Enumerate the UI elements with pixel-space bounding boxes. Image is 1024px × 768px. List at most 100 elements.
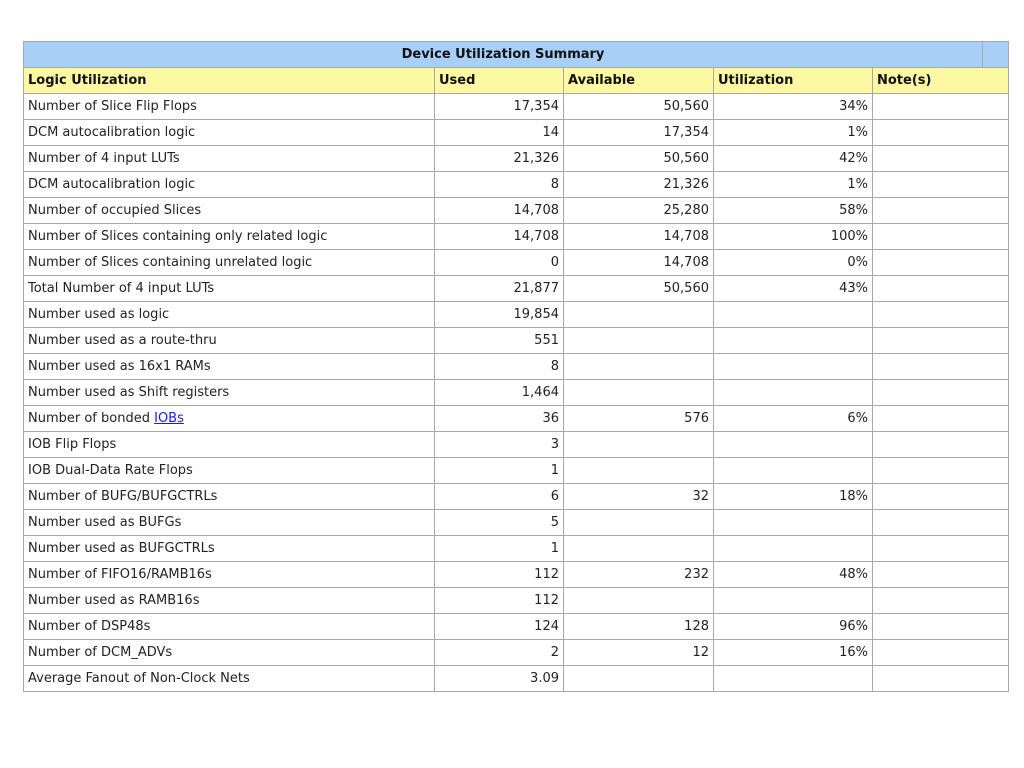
cell-notes [871,197,1010,224]
cell-available: 50,560 [563,275,714,302]
table-header-row: Logic Utilization Used Available Utiliza… [23,67,1010,94]
cell-utilization: 100% [713,223,873,250]
cell-notes [871,457,1010,484]
cell-notes [871,327,1010,354]
cell-available [563,379,714,406]
cell-used: 124 [434,613,564,640]
table-row: DCM autocalibration logic 14 17,354 1% [23,119,1010,146]
cell-used: 21,877 [434,275,564,302]
cell-used: 112 [434,561,564,588]
cell-utilization [713,509,873,536]
table-title-tail-cell [982,41,1010,68]
table-row: Number of bonded IOBs 36 576 6% [23,405,1010,432]
cell-notes [871,379,1010,406]
cell-available: 14,708 [563,223,714,250]
cell-utilization: 1% [713,171,873,198]
cell-available: 12 [563,639,714,666]
cell-notes [871,431,1010,458]
table-row: Number of occupied Slices 14,708 25,280 58% [23,197,1010,224]
cell-utilization [713,379,873,406]
row-label-text: Number of bonded [28,411,155,426]
cell-notes [871,561,1010,588]
cell-notes [871,223,1010,250]
row-label: Average Fanout of Non-Clock Nets [23,665,435,692]
cell-used: 1 [434,535,564,562]
row-label-text: Number of 4 input LUTs [28,151,180,166]
table-row: Average Fanout of Non-Clock Nets 3.09 [23,665,1010,692]
cell-notes [871,353,1010,380]
cell-notes [871,483,1010,510]
table-row: Number used as BUFGs 5 [23,509,1010,536]
cell-available: 14,708 [563,249,714,276]
cell-available: 21,326 [563,171,714,198]
row-label: Number of bonded IOBs [23,405,435,432]
cell-utilization: 6% [713,405,873,432]
cell-notes [871,93,1010,120]
table-row: Number used as logic 19,854 [23,301,1010,328]
row-label-text: Number used as 16x1 RAMs [28,359,211,374]
cell-notes [871,275,1010,302]
cell-utilization: 58% [713,197,873,224]
row-label: Number used as Shift registers [23,379,435,406]
cell-notes [871,509,1010,536]
cell-used: 2 [434,639,564,666]
cell-available: 32 [563,483,714,510]
table-row: Total Number of 4 input LUTs 21,877 50,560… [23,275,1010,302]
cell-utilization: 34% [713,93,873,120]
cell-used: 8 [434,353,564,380]
cell-used: 36 [434,405,564,432]
device-utilization-table: Device Utilization Summary Logic Utiliza… [22,41,1010,692]
cell-used: 1 [434,457,564,484]
row-label-text: Total Number of 4 input LUTs [28,281,215,296]
cell-available [563,327,714,354]
cell-available [563,431,714,458]
row-label-link[interactable]: IOBs [154,411,184,426]
cell-used: 17,354 [434,93,564,120]
cell-used: 14 [434,119,564,146]
cell-notes [871,119,1010,146]
cell-utilization [713,301,873,328]
cell-used: 21,326 [434,145,564,172]
cell-notes [871,405,1010,432]
row-label-text: IOB Flip Flops [28,437,117,452]
cell-utilization [713,431,873,458]
row-label: Number used as a route-thru [23,327,435,354]
cell-available: 232 [563,561,714,588]
cell-utilization: 16% [713,639,873,666]
row-label: IOB Flip Flops [23,431,435,458]
row-label-text: Average Fanout of Non-Clock Nets [28,671,250,686]
cell-utilization [713,665,873,692]
cell-available [563,457,714,484]
cell-utilization: 42% [713,145,873,172]
header-utilization: Utilization [713,67,873,94]
cell-used: 14,708 [434,197,564,224]
table-row: Number used as Shift registers 1,464 [23,379,1010,406]
row-label-text: IOB Dual-Data Rate Flops [28,463,193,478]
row-label: DCM autocalibration logic [23,171,435,198]
row-label-text: Number of Slices containing unrelated lo… [28,255,313,270]
cell-notes [871,639,1010,666]
cell-used: 8 [434,171,564,198]
cell-utilization: 96% [713,613,873,640]
cell-utilization [713,353,873,380]
cell-used: 5 [434,509,564,536]
row-label-text: DCM autocalibration logic [28,125,196,140]
row-label: Number used as RAMB16s [23,587,435,614]
row-label-text: Number used as BUFGCTRLs [28,541,215,556]
cell-used: 0 [434,249,564,276]
row-label: Number used as BUFGs [23,509,435,536]
cell-notes [871,249,1010,276]
table-row: Number used as RAMB16s 112 [23,587,1010,614]
table-row: DCM autocalibration logic 8 21,326 1% [23,171,1010,198]
row-label: Total Number of 4 input LUTs [23,275,435,302]
cell-used: 551 [434,327,564,354]
header-notes: Note(s) [871,67,1010,94]
cell-notes [871,665,1010,692]
table-row: Number used as a route-thru 551 [23,327,1010,354]
row-label-text: Number of Slice Flip Flops [28,99,197,114]
row-label-text: Number used as a route-thru [28,333,217,348]
header-logic-utilization: Logic Utilization [23,67,435,94]
row-label-text: Number of BUFG/BUFGCTRLs [28,489,218,504]
cell-notes [871,535,1010,562]
cell-available: 50,560 [563,145,714,172]
